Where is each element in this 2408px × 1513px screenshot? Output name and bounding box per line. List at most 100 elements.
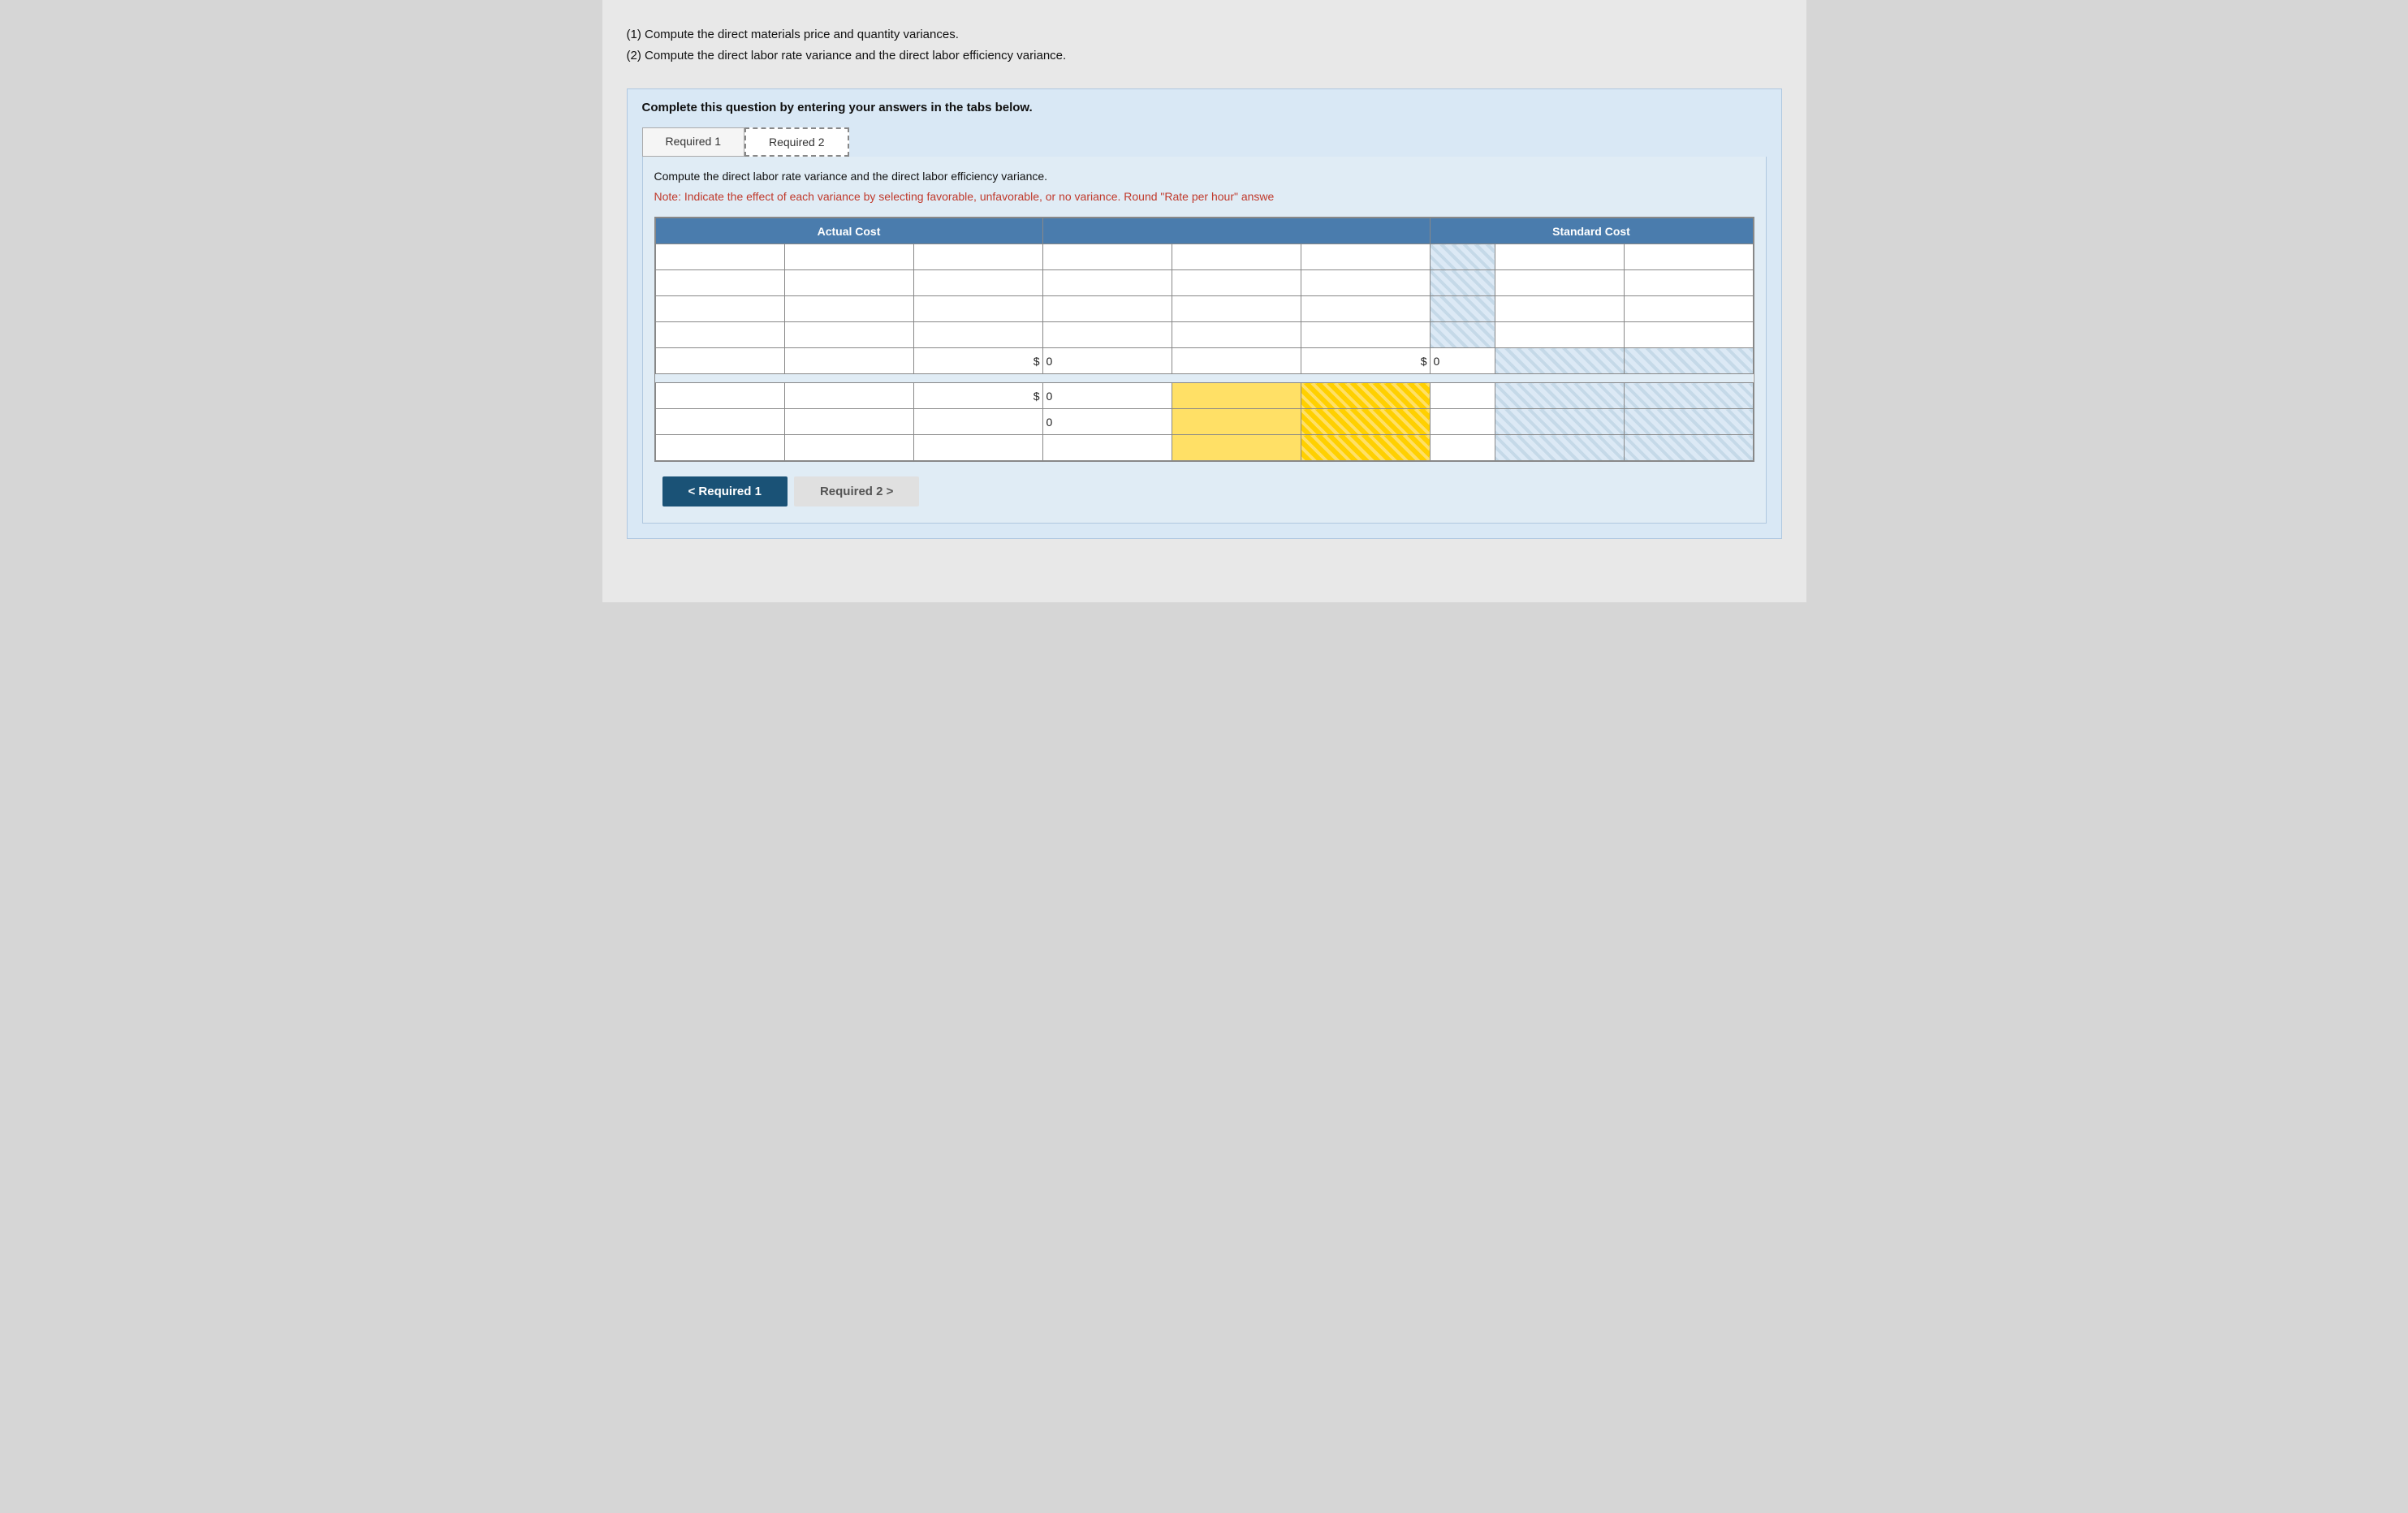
var3-c3	[913, 435, 1042, 461]
page-wrapper: (1) Compute the direct materials price a…	[602, 0, 1806, 602]
var3-c1-input[interactable]	[662, 442, 779, 454]
actual-r3c2-input[interactable]	[791, 303, 908, 315]
var3-yellow1[interactable]	[1172, 435, 1301, 461]
mid-r2c2-input[interactable]	[1178, 277, 1295, 289]
var2-yellow-hatched	[1301, 409, 1430, 435]
std-r3c1-hatched	[1430, 296, 1495, 322]
mid-r1c3-input[interactable]	[1307, 251, 1424, 263]
var1-yellow1-input[interactable]	[1178, 390, 1295, 402]
var2-yellow1-input[interactable]	[1178, 416, 1295, 428]
std-r2c2-input[interactable]	[1501, 277, 1618, 289]
forward-button[interactable]: Required 2 >	[794, 476, 919, 506]
mid-r4c2-input[interactable]	[1178, 329, 1295, 341]
actual-r2c2-input[interactable]	[791, 277, 908, 289]
std-r1c3-input[interactable]	[1630, 251, 1747, 263]
mid-r3c2-input[interactable]	[1178, 303, 1295, 315]
std-r2c3-input[interactable]	[1630, 277, 1747, 289]
var2-c8-hatched	[1495, 409, 1624, 435]
variance-row-1: $ 0	[655, 383, 1753, 409]
mid-r3c1-input[interactable]	[1049, 303, 1166, 315]
var2-value[interactable]: 0	[1042, 409, 1172, 435]
var2-c2	[784, 409, 913, 435]
mid-r2c3[interactable]	[1301, 270, 1430, 296]
var3-yellow1-input[interactable]	[1178, 442, 1295, 454]
mid-r4c3-input[interactable]	[1307, 329, 1424, 341]
std-r1c2[interactable]	[1495, 244, 1624, 270]
actual-r4c1[interactable]	[655, 322, 784, 348]
std-r2c3[interactable]	[1624, 270, 1753, 296]
actual-r2c1[interactable]	[655, 270, 784, 296]
std-r1c2-input[interactable]	[1501, 251, 1618, 263]
actual-r4c2[interactable]	[784, 322, 913, 348]
std-r1c3[interactable]	[1624, 244, 1753, 270]
actual-total-c2	[784, 348, 913, 374]
instruction-line-1: (1) Compute the direct materials price a…	[627, 24, 1782, 45]
mid-r2c1-input[interactable]	[1049, 277, 1166, 289]
actual-r3c1-input[interactable]	[662, 303, 779, 315]
mid-r3c3-input[interactable]	[1307, 303, 1424, 315]
actual-r3c1[interactable]	[655, 296, 784, 322]
var3-c2	[784, 435, 913, 461]
actual-r3c2[interactable]	[784, 296, 913, 322]
mid-r4c1[interactable]	[1042, 322, 1172, 348]
var1-c8-hatched	[1495, 383, 1624, 409]
actual-r3c3-input[interactable]	[920, 303, 1037, 315]
var1-value[interactable]: 0	[1042, 383, 1172, 409]
spacer-row	[655, 374, 1753, 383]
mid-r2c1[interactable]	[1042, 270, 1172, 296]
actual-r4c2-input[interactable]	[791, 329, 908, 341]
actual-r4c1-input[interactable]	[662, 329, 779, 341]
actual-r3c3[interactable]	[913, 296, 1042, 322]
mid-r4c1-input[interactable]	[1049, 329, 1166, 341]
std-r3c2[interactable]	[1495, 296, 1624, 322]
actual-r2c3[interactable]	[913, 270, 1042, 296]
mid-r1c2-input[interactable]	[1178, 251, 1295, 263]
actual-r2c2[interactable]	[784, 270, 913, 296]
actual-r1c3-input[interactable]	[920, 251, 1037, 263]
var1-yellow-hatched	[1301, 383, 1430, 409]
mid-r1c2[interactable]	[1172, 244, 1301, 270]
var1-yellow1[interactable]	[1172, 383, 1301, 409]
mid-total-c2	[1172, 348, 1301, 374]
var2-c1[interactable]	[655, 409, 784, 435]
actual-total-c1	[655, 348, 784, 374]
var1-c1-input[interactable]	[662, 390, 779, 402]
tab-required1[interactable]: Required 1	[642, 127, 745, 157]
actual-r1c1-input[interactable]	[662, 251, 779, 263]
header-standard-cost: Standard Cost	[1430, 218, 1753, 244]
mid-r3c2[interactable]	[1172, 296, 1301, 322]
tab-required2[interactable]: Required 2	[744, 127, 849, 157]
var2-yellow1[interactable]	[1172, 409, 1301, 435]
std-r4c2-input[interactable]	[1501, 329, 1618, 341]
mid-r1c3[interactable]	[1301, 244, 1430, 270]
actual-r2c1-input[interactable]	[662, 277, 779, 289]
instruction-line-2: (2) Compute the direct labor rate varian…	[627, 45, 1782, 67]
std-r3c3[interactable]	[1624, 296, 1753, 322]
actual-r1c2[interactable]	[784, 244, 913, 270]
mid-r4c2[interactable]	[1172, 322, 1301, 348]
mid-r2c2[interactable]	[1172, 270, 1301, 296]
actual-r1c1[interactable]	[655, 244, 784, 270]
actual-r4c3-input[interactable]	[920, 329, 1037, 341]
std-r4c2[interactable]	[1495, 322, 1624, 348]
back-button[interactable]: < Required 1	[662, 476, 788, 506]
mid-r2c3-input[interactable]	[1307, 277, 1424, 289]
actual-r2c3-input[interactable]	[920, 277, 1037, 289]
actual-r1c3[interactable]	[913, 244, 1042, 270]
std-r3c2-input[interactable]	[1501, 303, 1618, 315]
var2-c1-input[interactable]	[662, 416, 779, 428]
actual-r4c3[interactable]	[913, 322, 1042, 348]
var3-c7	[1430, 435, 1495, 461]
mid-r3c3[interactable]	[1301, 296, 1430, 322]
mid-r4c3[interactable]	[1301, 322, 1430, 348]
mid-r1c1-input[interactable]	[1049, 251, 1166, 263]
var3-c1[interactable]	[655, 435, 784, 461]
std-r4c3-input[interactable]	[1630, 329, 1747, 341]
mid-r3c1[interactable]	[1042, 296, 1172, 322]
var1-c1[interactable]	[655, 383, 784, 409]
actual-r1c2-input[interactable]	[791, 251, 908, 263]
mid-r1c1[interactable]	[1042, 244, 1172, 270]
std-r3c3-input[interactable]	[1630, 303, 1747, 315]
std-r4c3[interactable]	[1624, 322, 1753, 348]
std-r2c2[interactable]	[1495, 270, 1624, 296]
